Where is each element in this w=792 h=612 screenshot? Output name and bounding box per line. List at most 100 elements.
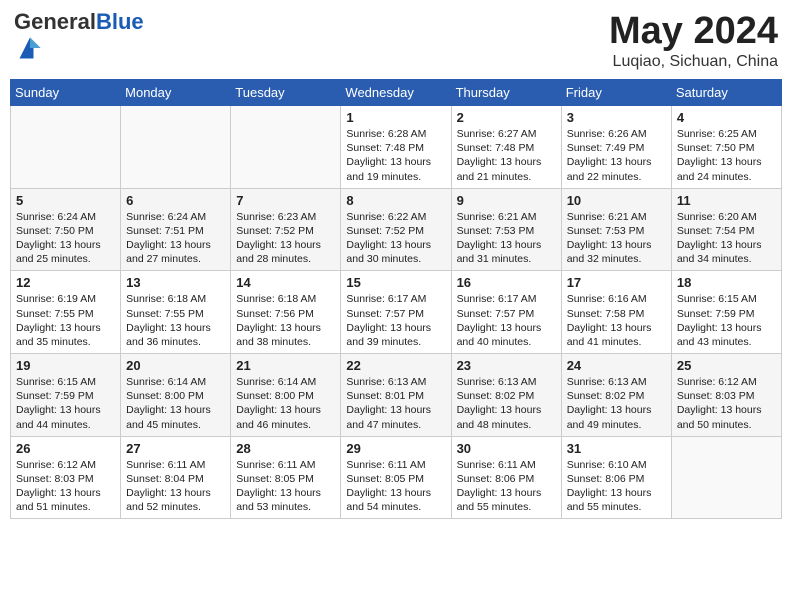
- calendar-cell: 5 Sunrise: 6:24 AM Sunset: 7:50 PM Daylig…: [11, 188, 121, 271]
- calendar-cell: 16 Sunrise: 6:17 AM Sunset: 7:57 PM Dayli…: [451, 271, 561, 354]
- day-of-week-friday: Friday: [561, 80, 671, 106]
- day-info: Sunrise: 6:18 AM Sunset: 7:56 PM Dayligh…: [236, 292, 335, 349]
- day-number: 13: [126, 275, 225, 290]
- calendar-table: SundayMondayTuesdayWednesdayThursdayFrid…: [10, 79, 782, 519]
- calendar-cell: 10 Sunrise: 6:21 AM Sunset: 7:53 PM Dayli…: [561, 188, 671, 271]
- logo-general: General: [14, 9, 96, 34]
- day-info: Sunrise: 6:15 AM Sunset: 7:59 PM Dayligh…: [677, 292, 776, 349]
- week-row-4: 19 Sunrise: 6:15 AM Sunset: 7:59 PM Dayli…: [11, 354, 782, 437]
- calendar-cell: 2Sunrise: 6:27 AM Sunset: 7:48 PM Daylig…: [451, 106, 561, 189]
- day-info: Sunrise: 6:21 AM Sunset: 7:53 PM Dayligh…: [567, 210, 666, 267]
- day-info: Sunrise: 6:14 AM Sunset: 8:00 PM Dayligh…: [126, 375, 225, 432]
- day-info: Sunrise: 6:26 AM Sunset: 7:49 PM Dayligh…: [567, 127, 666, 184]
- day-info: Sunrise: 6:21 AM Sunset: 7:53 PM Dayligh…: [457, 210, 556, 267]
- day-number: 7: [236, 193, 335, 208]
- calendar-cell: 3 Sunrise: 6:26 AM Sunset: 7:49 PM Daylig…: [561, 106, 671, 189]
- day-number: 8: [346, 193, 445, 208]
- day-info: Sunrise: 6:24 AM Sunset: 7:51 PM Dayligh…: [126, 210, 225, 267]
- day-info: Sunrise: 6:11 AM Sunset: 8:04 PM Dayligh…: [126, 458, 225, 515]
- day-info: Sunrise: 6:16 AM Sunset: 7:58 PM Dayligh…: [567, 292, 666, 349]
- day-info: Sunrise: 6:13 AM Sunset: 8:01 PM Dayligh…: [346, 375, 445, 432]
- day-number: 28: [236, 441, 335, 456]
- day-info: Sunrise: 6:10 AM Sunset: 8:06 PM Dayligh…: [567, 458, 666, 515]
- calendar-cell: 14 Sunrise: 6:18 AM Sunset: 7:56 PM Dayli…: [231, 271, 341, 354]
- day-info: Sunrise: 6:12 AM Sunset: 8:03 PM Dayligh…: [16, 458, 115, 515]
- calendar-cell: 29 Sunrise: 6:11 AM Sunset: 8:05 PM Dayli…: [341, 436, 451, 519]
- day-info: Sunrise: 6:11 AM Sunset: 8:05 PM Dayligh…: [236, 458, 335, 515]
- day-number: 12: [16, 275, 115, 290]
- week-row-5: 26 Sunrise: 6:12 AM Sunset: 8:03 PM Dayli…: [11, 436, 782, 519]
- calendar-cell: 26 Sunrise: 6:12 AM Sunset: 8:03 PM Dayli…: [11, 436, 121, 519]
- day-info: Sunrise: 6:23 AM Sunset: 7:52 PM Dayligh…: [236, 210, 335, 267]
- day-number: 30: [457, 441, 556, 456]
- day-number: 3: [567, 110, 666, 125]
- calendar-cell: 4 Sunrise: 6:25 AM Sunset: 7:50 PM Daylig…: [671, 106, 781, 189]
- day-info: Sunrise: 6:15 AM Sunset: 7:59 PM Dayligh…: [16, 375, 115, 432]
- day-of-week-monday: Monday: [121, 80, 231, 106]
- main-title: May 2024: [609, 10, 778, 53]
- calendar-cell: 12Sunrise: 6:19 AM Sunset: 7:55 PM Dayli…: [11, 271, 121, 354]
- day-info: Sunrise: 6:18 AM Sunset: 7:55 PM Dayligh…: [126, 292, 225, 349]
- subtitle: Luqiao, Sichuan, China: [609, 53, 778, 71]
- day-info: Sunrise: 6:24 AM Sunset: 7:50 PM Dayligh…: [16, 210, 115, 267]
- calendar-cell: 8Sunrise: 6:22 AM Sunset: 7:52 PM Daylig…: [341, 188, 451, 271]
- calendar-cell: 21Sunrise: 6:14 AM Sunset: 8:00 PM Dayli…: [231, 354, 341, 437]
- day-number: 4: [677, 110, 776, 125]
- calendar-cell: [11, 106, 121, 189]
- day-info: Sunrise: 6:13 AM Sunset: 8:02 PM Dayligh…: [567, 375, 666, 432]
- calendar-cell: 17 Sunrise: 6:16 AM Sunset: 7:58 PM Dayli…: [561, 271, 671, 354]
- day-info: Sunrise: 6:25 AM Sunset: 7:50 PM Dayligh…: [677, 127, 776, 184]
- logo-icon: [16, 34, 44, 62]
- calendar-cell: 13 Sunrise: 6:18 AM Sunset: 7:55 PM Dayli…: [121, 271, 231, 354]
- calendar-cell: 19 Sunrise: 6:15 AM Sunset: 7:59 PM Dayli…: [11, 354, 121, 437]
- week-row-3: 12Sunrise: 6:19 AM Sunset: 7:55 PM Dayli…: [11, 271, 782, 354]
- calendar-cell: 27 Sunrise: 6:11 AM Sunset: 8:04 PM Dayli…: [121, 436, 231, 519]
- week-row-2: 5 Sunrise: 6:24 AM Sunset: 7:50 PM Daylig…: [11, 188, 782, 271]
- day-of-week-sunday: Sunday: [11, 80, 121, 106]
- day-number: 11: [677, 193, 776, 208]
- calendar-cell: 31Sunrise: 6:10 AM Sunset: 8:06 PM Dayli…: [561, 436, 671, 519]
- day-number: 16: [457, 275, 556, 290]
- calendar-cell: 28 Sunrise: 6:11 AM Sunset: 8:05 PM Dayli…: [231, 436, 341, 519]
- logo-blue: Blue: [96, 9, 144, 34]
- calendar-cell: 11 Sunrise: 6:20 AM Sunset: 7:54 PM Dayli…: [671, 188, 781, 271]
- day-number: 10: [567, 193, 666, 208]
- day-info: Sunrise: 6:13 AM Sunset: 8:02 PM Dayligh…: [457, 375, 556, 432]
- calendar-cell: 25Sunrise: 6:12 AM Sunset: 8:03 PM Dayli…: [671, 354, 781, 437]
- day-number: 29: [346, 441, 445, 456]
- week-row-1: 1Sunrise: 6:28 AM Sunset: 7:48 PM Daylig…: [11, 106, 782, 189]
- day-of-week-tuesday: Tuesday: [231, 80, 341, 106]
- day-of-week-wednesday: Wednesday: [341, 80, 451, 106]
- day-of-week-thursday: Thursday: [451, 80, 561, 106]
- calendar-cell: 24Sunrise: 6:13 AM Sunset: 8:02 PM Dayli…: [561, 354, 671, 437]
- calendar-cell: 30 Sunrise: 6:11 AM Sunset: 8:06 PM Dayli…: [451, 436, 561, 519]
- page-header: GeneralBlue May 2024 Luqiao, Sichuan, Ch…: [10, 10, 782, 71]
- day-number: 17: [567, 275, 666, 290]
- day-of-week-saturday: Saturday: [671, 80, 781, 106]
- day-number: 26: [16, 441, 115, 456]
- logo: GeneralBlue: [14, 10, 144, 67]
- day-number: 6: [126, 193, 225, 208]
- day-number: 5: [16, 193, 115, 208]
- calendar-cell: 18 Sunrise: 6:15 AM Sunset: 7:59 PM Dayli…: [671, 271, 781, 354]
- calendar-cell: 6 Sunrise: 6:24 AM Sunset: 7:51 PM Daylig…: [121, 188, 231, 271]
- day-number: 18: [677, 275, 776, 290]
- day-info: Sunrise: 6:20 AM Sunset: 7:54 PM Dayligh…: [677, 210, 776, 267]
- day-number: 22: [346, 358, 445, 373]
- day-number: 21: [236, 358, 335, 373]
- day-number: 9: [457, 193, 556, 208]
- day-number: 1: [346, 110, 445, 125]
- calendar-header: SundayMondayTuesdayWednesdayThursdayFrid…: [11, 80, 782, 106]
- calendar-body: 1Sunrise: 6:28 AM Sunset: 7:48 PM Daylig…: [11, 106, 782, 519]
- day-info: Sunrise: 6:11 AM Sunset: 8:06 PM Dayligh…: [457, 458, 556, 515]
- day-info: Sunrise: 6:17 AM Sunset: 7:57 PM Dayligh…: [346, 292, 445, 349]
- day-number: 14: [236, 275, 335, 290]
- day-number: 19: [16, 358, 115, 373]
- day-info: Sunrise: 6:17 AM Sunset: 7:57 PM Dayligh…: [457, 292, 556, 349]
- day-number: 27: [126, 441, 225, 456]
- calendar-cell: 23Sunrise: 6:13 AM Sunset: 8:02 PM Dayli…: [451, 354, 561, 437]
- calendar-cell: [121, 106, 231, 189]
- day-info: Sunrise: 6:11 AM Sunset: 8:05 PM Dayligh…: [346, 458, 445, 515]
- calendar-cell: [671, 436, 781, 519]
- calendar-cell: 7 Sunrise: 6:23 AM Sunset: 7:52 PM Daylig…: [231, 188, 341, 271]
